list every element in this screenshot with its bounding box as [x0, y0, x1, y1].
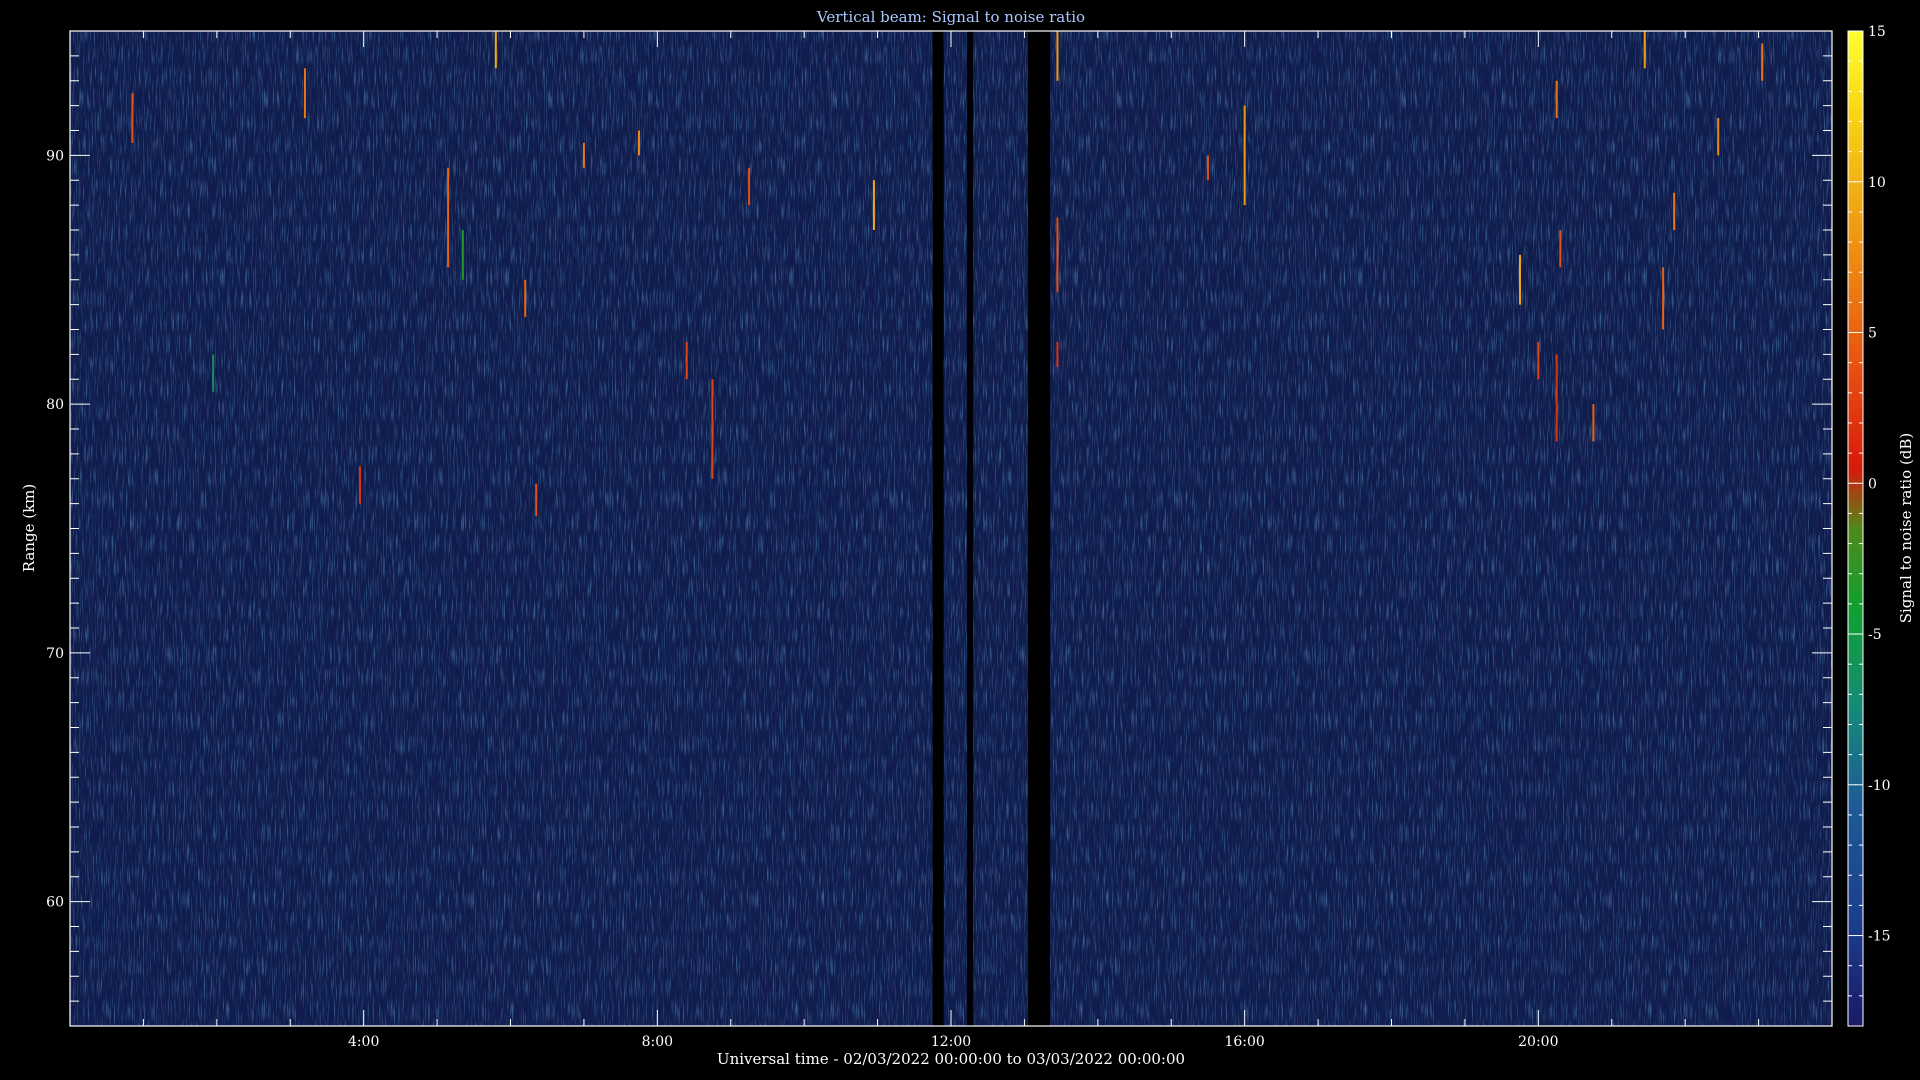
- echo-streak: [494, 31, 497, 69]
- snr-heatmap-chart: 4:00 8:00 12:00 16:00 20:00 60 70 80 90 Vertica…: [20, 8, 1915, 1068]
- x-tick-label: 20:00: [1518, 1034, 1558, 1050]
- colorbar-tick-label: -15: [1868, 929, 1891, 945]
- colorbar-tick-label: 15: [1868, 24, 1886, 40]
- echo-streak: [303, 68, 306, 119]
- heatmap-noise-texture-green: [70, 31, 1832, 1026]
- echo-streak: [1056, 341, 1059, 367]
- colorbar: [1847, 30, 1864, 1027]
- echo-streak: [447, 167, 450, 268]
- echo-streak: [582, 142, 585, 168]
- echo-streak: [685, 341, 688, 380]
- x-tick-label: 16:00: [1224, 1034, 1264, 1050]
- echo-streak: [1555, 354, 1558, 442]
- x-tick-label: 8:00: [642, 1034, 673, 1050]
- echo-streak: [524, 279, 527, 318]
- x-axis-label: Universal time - 02/03/2022 00:00:00 to …: [717, 1050, 1185, 1068]
- echo-streak: [1559, 230, 1562, 268]
- colorbar-tick-label: -5: [1868, 627, 1882, 643]
- echo-streak: [1662, 267, 1665, 330]
- echo-streak: [1555, 80, 1558, 119]
- echo-streak: [1537, 341, 1540, 380]
- y-axis-label: Range (km): [20, 484, 38, 573]
- y-tick-label: 90: [46, 148, 64, 164]
- colorbar-tick-label: 0: [1868, 476, 1877, 492]
- echo-streak: [872, 180, 875, 230]
- echo-streak: [748, 167, 751, 206]
- y-tick-label: 70: [46, 646, 64, 662]
- echo-streak: [131, 93, 134, 143]
- colorbar-tick-label: -10: [1868, 778, 1891, 794]
- y-tick-label: 60: [46, 895, 64, 911]
- echo-streak: [461, 230, 464, 280]
- echo-streak: [1761, 43, 1764, 81]
- echo-streak: [212, 354, 215, 392]
- echo-streak: [1673, 192, 1676, 230]
- data-gap-band: [967, 31, 974, 1026]
- data-gap-band: [1028, 31, 1051, 1026]
- colorbar-tick-label: 5: [1868, 326, 1877, 342]
- echo-streak: [1643, 31, 1646, 69]
- y-tick-label: 80: [46, 397, 64, 413]
- echo-streak: [1592, 404, 1595, 442]
- data-gap-band: [932, 31, 944, 1026]
- echo-streak: [1056, 217, 1059, 293]
- chart-title: Vertical beam: Signal to noise ratio: [816, 8, 1085, 26]
- x-tick-label: 4:00: [348, 1034, 379, 1050]
- echo-streak: [711, 379, 714, 479]
- echo-streak: [637, 130, 640, 156]
- echo-streak: [1056, 31, 1059, 81]
- echo-streak: [1518, 254, 1521, 305]
- x-tick-label: 12:00: [931, 1034, 971, 1050]
- colorbar-label: Signal to noise ratio (dB): [1897, 433, 1915, 624]
- echo-streak: [358, 466, 361, 504]
- echo-streak: [1243, 105, 1246, 206]
- echo-streak: [1717, 118, 1720, 156]
- echo-streak: [1206, 155, 1209, 181]
- echo-streak: [535, 483, 538, 517]
- colorbar-tick-label: 10: [1868, 175, 1886, 191]
